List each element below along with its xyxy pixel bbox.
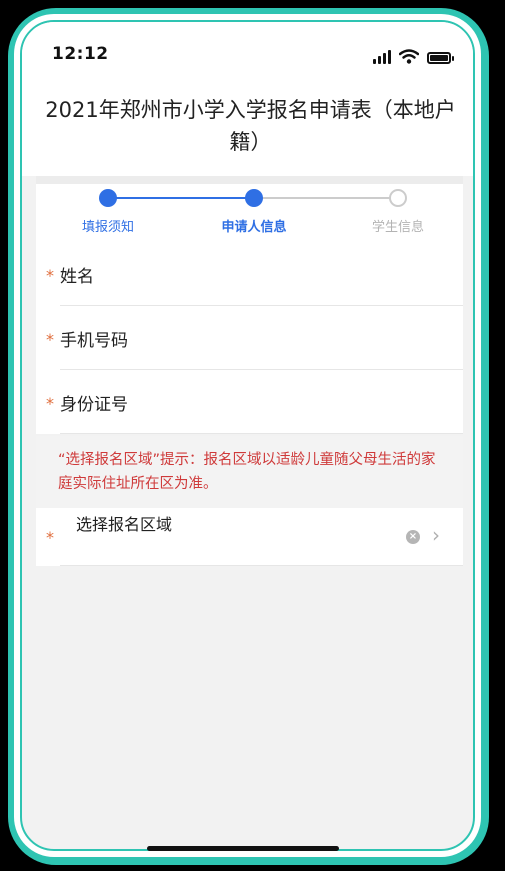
- phone-row: * 手机号码: [36, 306, 463, 370]
- step-dot-2: [245, 189, 263, 207]
- clear-icon[interactable]: ×: [406, 530, 420, 544]
- step-label-2[interactable]: 申请人信息: [199, 216, 309, 235]
- id-number-input[interactable]: [186, 386, 447, 416]
- status-time: 12:12: [52, 44, 109, 64]
- row-divider: [60, 565, 463, 566]
- region-select-row[interactable]: * 选择报名区域 × ›: [36, 508, 463, 566]
- signal-icon: [373, 50, 391, 64]
- name-input[interactable]: [186, 258, 447, 288]
- screen: 12:12 2021年郑州市小学入学报名申请表（本地户籍） 填报须知 申请人信息…: [20, 20, 475, 851]
- home-indicator: [147, 846, 339, 851]
- step-connector-2: [256, 197, 398, 199]
- name-row: * 姓名: [36, 242, 463, 306]
- step-connector-1: [108, 197, 256, 199]
- required-mark: *: [46, 266, 54, 285]
- divider-band: [36, 176, 463, 184]
- region-notice: “选择报名区域”提示：报名区域以适龄儿童随父母生活的家庭实际住址所在区为准。: [36, 436, 463, 508]
- phone-label: 手机号码: [60, 331, 128, 351]
- phone-input[interactable]: [186, 322, 447, 352]
- title-area: 2021年郑州市小学入学报名申请表（本地户籍）: [22, 84, 473, 176]
- required-mark: *: [46, 330, 54, 349]
- required-mark: *: [46, 394, 54, 413]
- step-label-3: 学生信息: [371, 220, 424, 235]
- id-row: * 身份证号: [36, 370, 463, 434]
- wifi-icon: [399, 49, 419, 64]
- battery-icon: [427, 52, 454, 64]
- page-title: 2021年郑州市小学入学报名申请表（本地户籍）: [45, 98, 456, 154]
- required-mark: *: [46, 528, 54, 547]
- step-dot-1: [99, 189, 117, 207]
- chevron-right-icon[interactable]: ›: [432, 523, 440, 547]
- progress-steps: 填报须知 申请人信息 学生信息: [36, 184, 463, 242]
- status-icons: [373, 48, 454, 64]
- status-bar: 12:12: [22, 22, 473, 84]
- applicant-form: * 姓名 * 手机号码 * 身份证号: [36, 242, 463, 434]
- step-dot-3: [389, 189, 407, 207]
- row-divider: [60, 433, 463, 434]
- region-label: 选择报名区域: [76, 515, 173, 534]
- name-label: 姓名: [60, 267, 94, 287]
- id-label: 身份证号: [60, 395, 128, 415]
- step-label-1[interactable]: 填报须知: [53, 216, 163, 235]
